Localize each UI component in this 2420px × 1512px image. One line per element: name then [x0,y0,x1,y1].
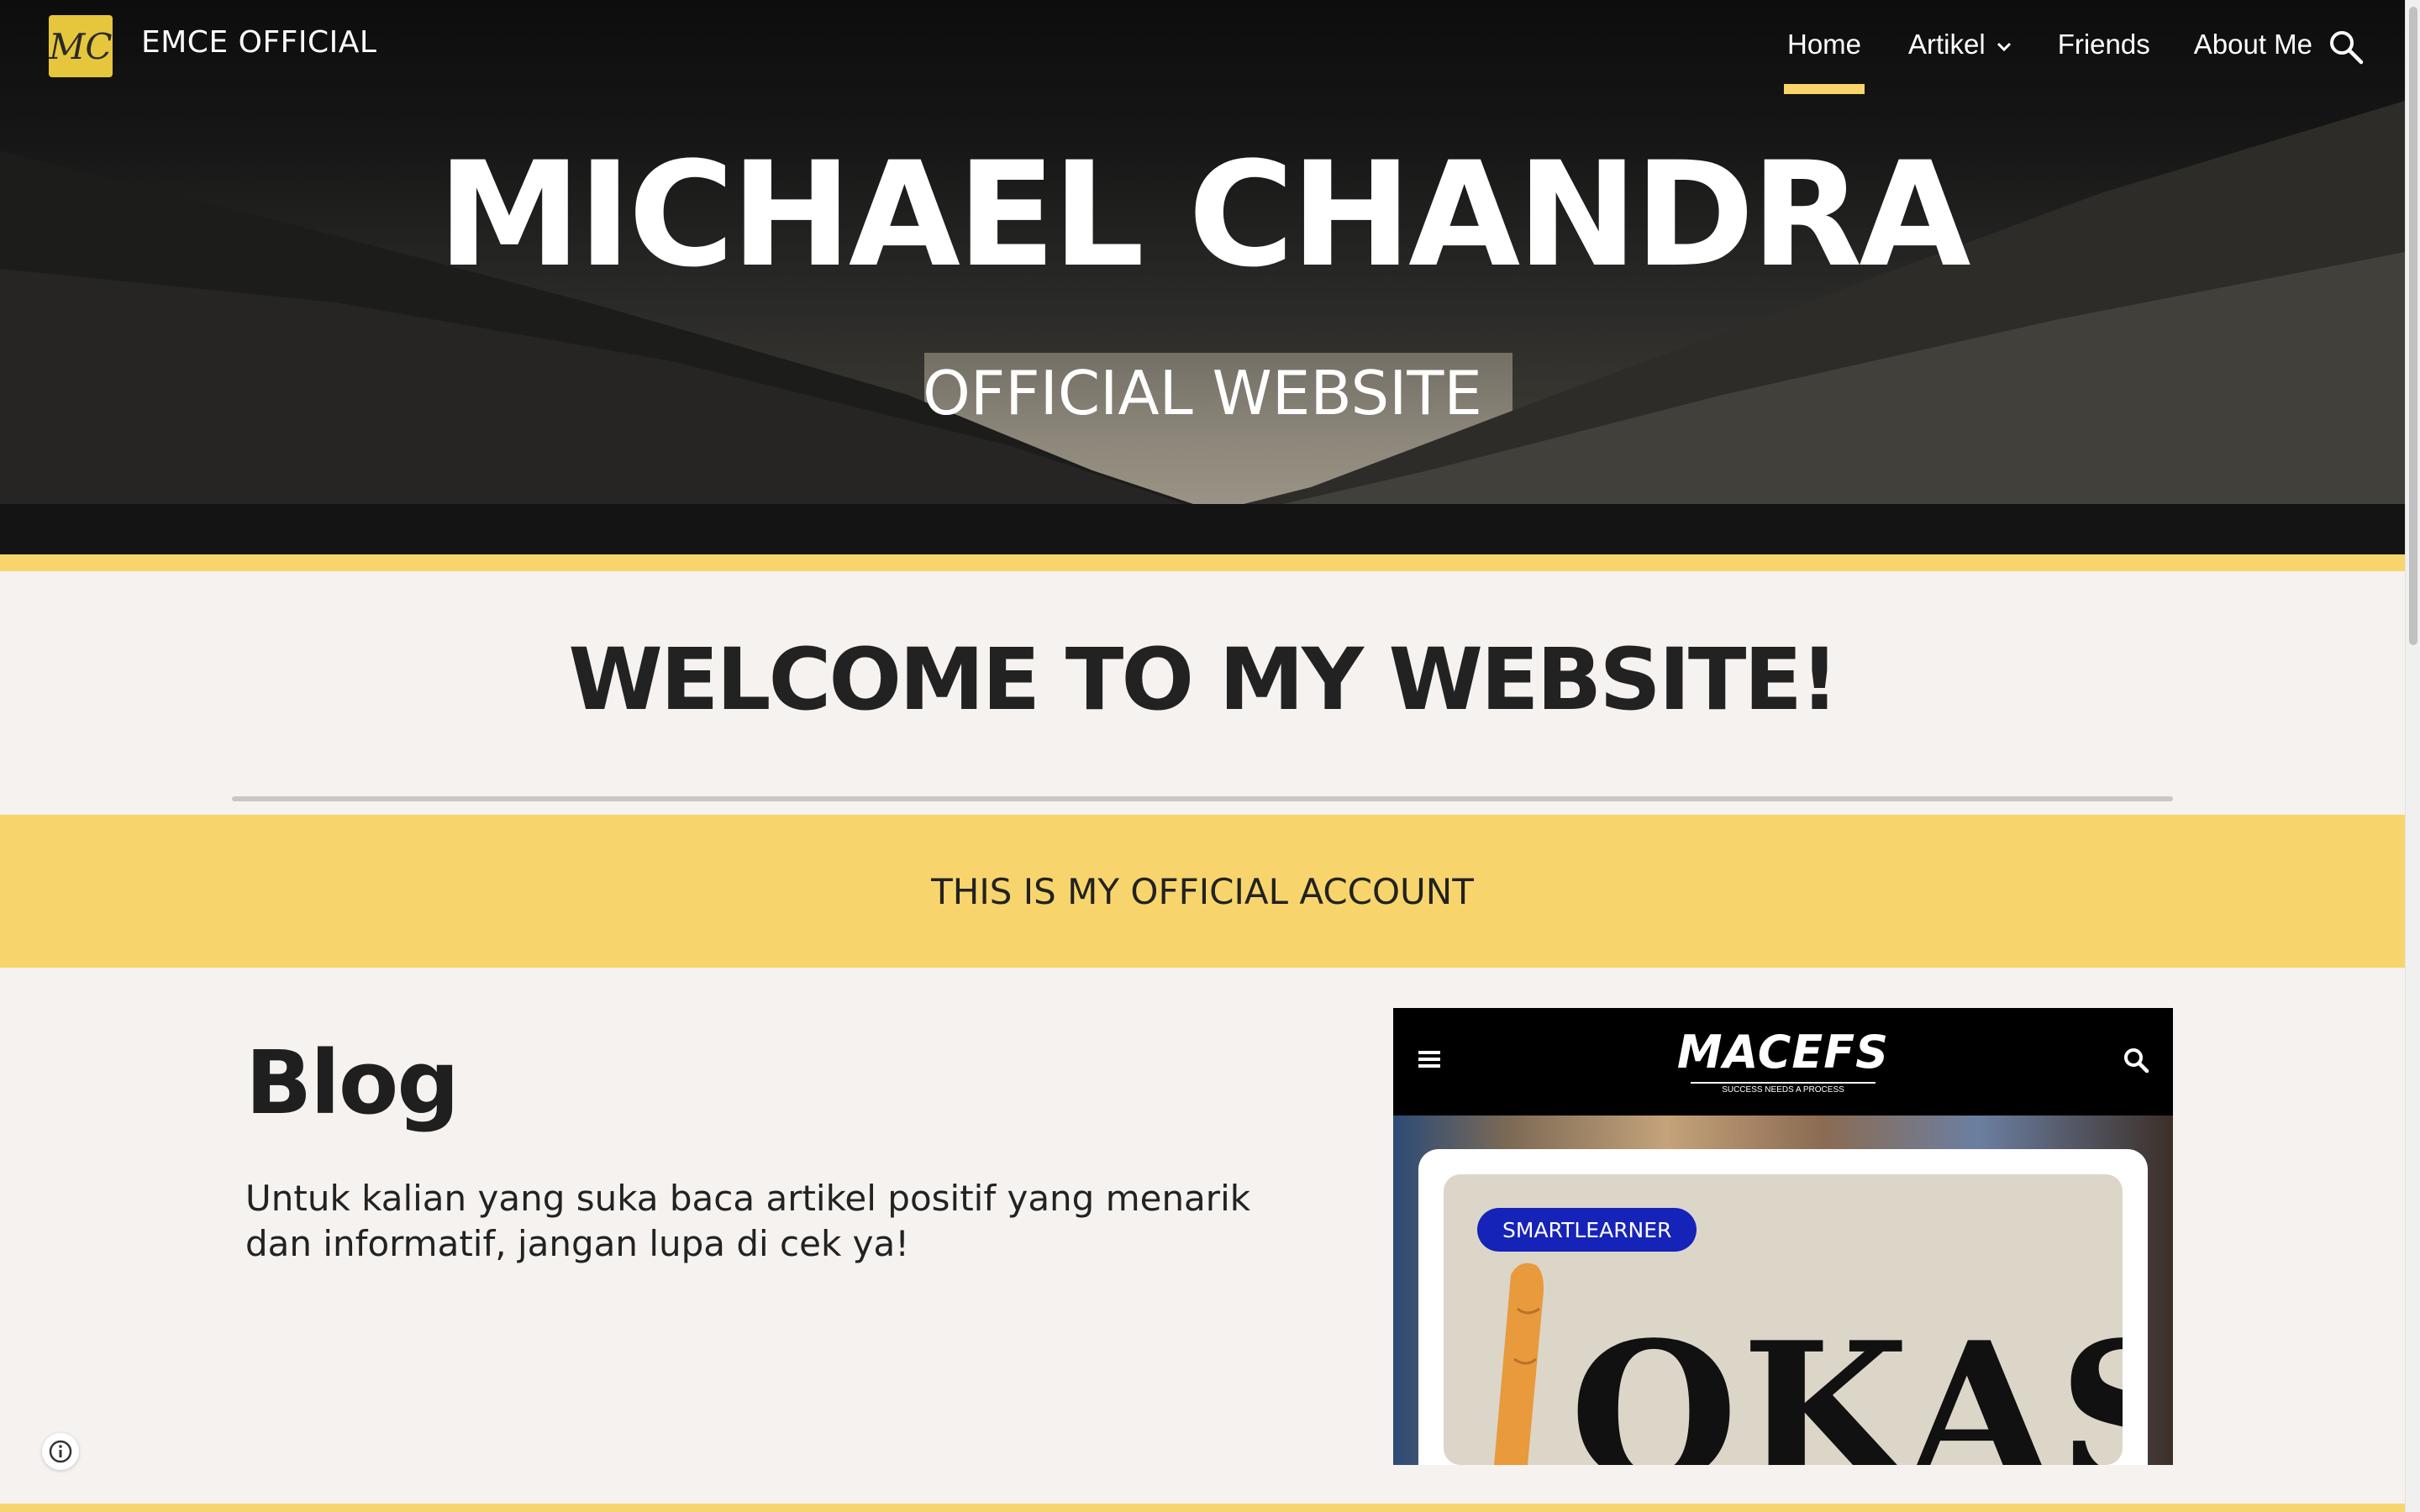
nav-item-label: About Me [2193,29,2312,60]
hero-banner: MC EMCE OFFICIAL Home Artikel Friends Ab… [0,0,2405,554]
bottom-accent-stripe [0,1504,2405,1512]
embed-tagline: SUCCESS NEEDS A PROCESS [1722,1085,1844,1095]
chevron-down-icon [1996,42,2011,52]
blog-heading: Blog [245,1032,460,1134]
info-icon [49,1440,72,1463]
embed-logo[interactable]: MACEFS [1393,1030,2173,1075]
main-nav: Home Artikel Friends About Me [1783,0,2312,94]
site-info-button[interactable] [42,1433,79,1470]
hero-subtitle: OFFICIAL WEBSITE [923,358,1482,428]
hero-accent-stripe [0,554,2405,571]
band-text: THIS IS MY OFFICIAL ACCOUNT [931,870,1474,912]
scrollbar-thumb[interactable] [2409,7,2417,645]
site-title[interactable]: EMCE OFFICIAL [141,25,376,60]
hero-title: MICHAEL CHANDRA [437,130,1971,299]
nav-item-label: Friends [2057,29,2150,60]
nav-item-artikel[interactable]: Artikel [1908,0,2014,94]
nav-item-home[interactable]: Home [1783,0,1865,94]
embed-header-bar: MACEFS SUCCESS NEEDS A PROCESS [1393,1008,2173,1116]
nav-item-friends[interactable]: Friends [2058,0,2150,94]
embed-image-text: OKAS [1570,1300,2123,1465]
section-divider [232,796,2173,801]
category-tag[interactable]: SMARTLEARNER [1477,1208,1697,1252]
site-logo[interactable]: MC [49,15,113,77]
welcome-heading: WELCOME TO MY WEBSITE! [568,630,1839,730]
embed-logo-underline [1691,1082,1876,1084]
nav-item-label: Home [1786,29,1862,60]
search-icon[interactable] [2328,29,2365,66]
nav-item-about-me[interactable]: About Me [2194,0,2312,94]
search-icon[interactable] [2123,1047,2149,1074]
nav-item-label: Artikel [1908,29,1986,60]
highlight-band: THIS IS MY OFFICIAL ACCOUNT [0,815,2405,968]
blog-description: Untuk kalian yang suka baca artikel posi… [245,1178,1251,1264]
page-scrollbar[interactable] [2405,0,2420,1512]
